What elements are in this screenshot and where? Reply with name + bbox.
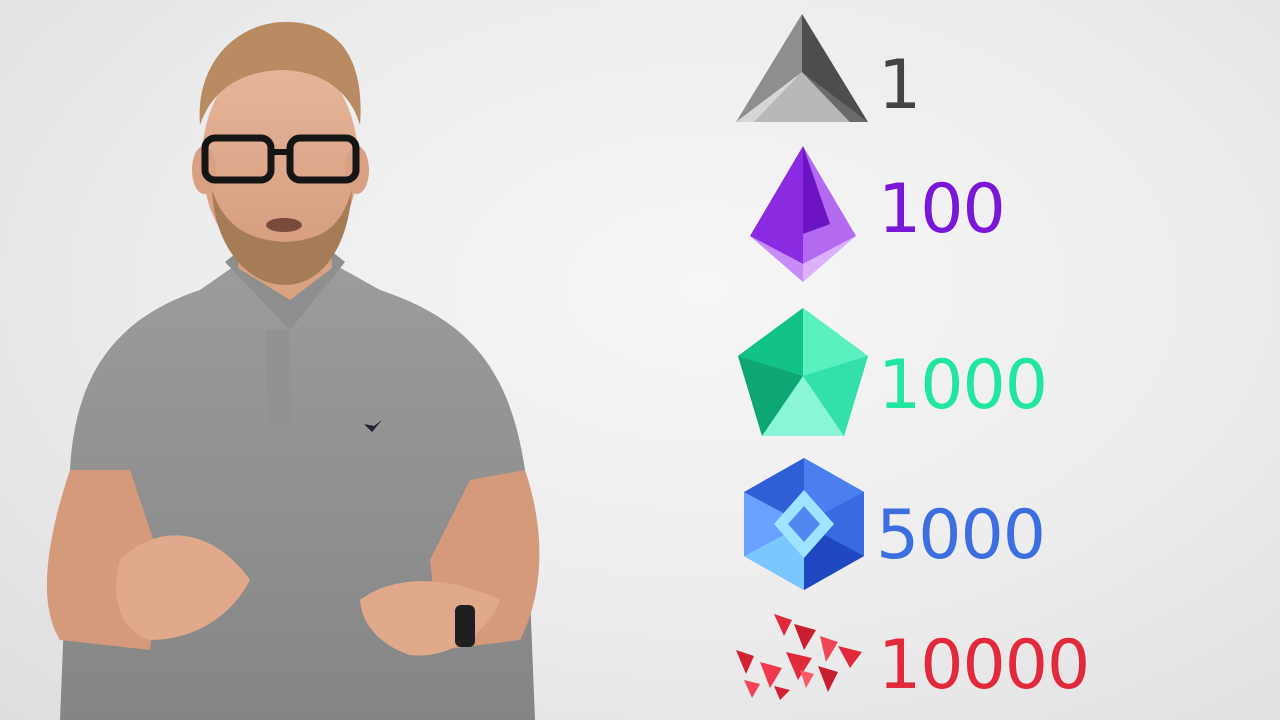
tier-10000-label: 10000: [878, 626, 1090, 705]
blue-gem-icon: [744, 458, 864, 590]
video-frame: 1 100 1000 5000 10000: [0, 0, 1280, 720]
red-shards-icon: [736, 614, 862, 700]
tier-1-label: 1: [878, 46, 921, 125]
tier-1000-label: 1000: [878, 346, 1048, 425]
presenter-figure: [46, 21, 540, 720]
tier-100-label: 100: [878, 170, 1006, 249]
green-gem-icon: [738, 308, 868, 436]
tier-5000-label: 5000: [876, 496, 1046, 575]
gray-crystal-icon: [736, 14, 868, 122]
purple-crystal-icon: [750, 146, 856, 282]
